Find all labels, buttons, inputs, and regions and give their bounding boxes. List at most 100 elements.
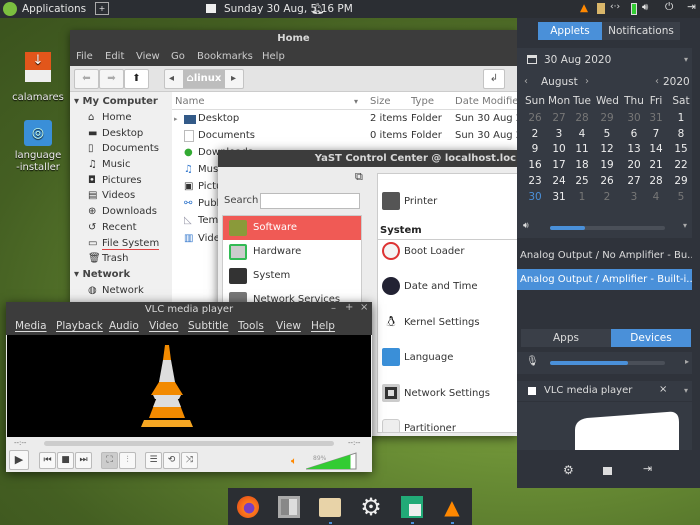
expand-arrow-icon[interactable]: ▾ — [684, 55, 688, 64]
applications-menu-icon[interactable] — [3, 2, 17, 16]
calendar-day[interactable]: 23 — [524, 175, 546, 187]
input-volume-slider[interactable] — [550, 361, 665, 365]
menu-video[interactable]: Video — [149, 320, 178, 332]
battery-icon[interactable] — [631, 3, 637, 15]
calendar-day[interactable]: 20 — [623, 159, 645, 171]
menu-help[interactable]: Help — [262, 51, 285, 62]
module-language[interactable]: Language — [382, 348, 453, 366]
calendar-day[interactable]: 22 — [670, 159, 692, 171]
up-button[interactable]: ⬆ — [124, 69, 149, 89]
calendar-day[interactable]: 1 — [571, 191, 593, 203]
calendar-day[interactable]: 11 — [571, 143, 593, 155]
calendar-day[interactable]: 29 — [596, 112, 618, 124]
calendar-day[interactable]: 28 — [571, 112, 593, 124]
play-button[interactable]: ▶ — [9, 450, 29, 470]
network-icon[interactable]: ‹·› — [610, 2, 620, 12]
sidebar-item-recent[interactable]: ↺ Recent — [88, 222, 137, 233]
menu-playback[interactable]: Playback — [56, 320, 103, 332]
calendar-day[interactable]: 5 — [596, 128, 618, 140]
output-option-selected[interactable]: Analog Output / Amplifier - Built-i... — [517, 269, 692, 290]
expand-arrow-icon[interactable]: ▾ — [683, 221, 687, 230]
calendar-day[interactable]: 18 — [571, 159, 593, 171]
volume-slider[interactable] — [306, 452, 358, 470]
firefox-icon[interactable] — [237, 496, 259, 518]
sidebar-item-pictures[interactable]: ◘ Pictures — [88, 175, 142, 186]
sidebar-item-music[interactable]: ♫ Music — [88, 159, 130, 170]
menu-subtitle[interactable]: Subtitle — [188, 320, 229, 332]
calendar-day[interactable]: 7 — [645, 128, 667, 140]
menu-bookmarks[interactable]: Bookmarks — [197, 51, 253, 62]
calendar-day[interactable]: 4 — [571, 128, 593, 140]
prev-year-button[interactable]: ‹ — [655, 76, 659, 87]
calendar-day[interactable]: 27 — [548, 112, 570, 124]
yast-icon[interactable] — [278, 496, 300, 518]
menu-go[interactable]: Go — [171, 51, 185, 62]
calendar-day[interactable]: 8 — [670, 128, 692, 140]
table-row[interactable]: ▸ Desktop 2 items Folder Sun 30 Aug 20 — [172, 111, 529, 127]
settings-icon[interactable]: ⚙ — [360, 495, 382, 519]
sidebar-section-network[interactable]: ▾ Network — [74, 269, 130, 280]
column-name[interactable]: Name — [175, 94, 205, 110]
calendar-icon[interactable] — [206, 4, 216, 13]
notifications-bell-icon[interactable]: 🔔︎ — [311, 2, 324, 15]
calendar-day[interactable]: 30 — [524, 191, 546, 203]
menu-view[interactable]: View — [276, 320, 301, 332]
settings-icon[interactable]: ⚙ — [563, 463, 574, 477]
breadcrumb-home[interactable]: ⌂linux — [183, 70, 225, 88]
calendar-day[interactable]: 4 — [645, 191, 667, 203]
calendar-day[interactable]: 9 — [524, 143, 546, 155]
sidebar-item-network[interactable]: ◍ Network — [88, 285, 144, 296]
calendar-day[interactable]: 3 — [548, 128, 570, 140]
calendar-day[interactable]: 25 — [571, 175, 593, 187]
calendar-day[interactable]: 21 — [645, 159, 667, 171]
applications-menu-button[interactable]: Applications — [22, 3, 86, 15]
calendar-day[interactable]: 24 — [548, 175, 570, 187]
calendar-day[interactable]: 19 — [596, 159, 618, 171]
fullscreen-button[interactable]: ⛶ — [101, 452, 118, 469]
calendar-day[interactable]: 12 — [596, 143, 618, 155]
calendar-day[interactable]: 31 — [548, 191, 570, 203]
calendar-day[interactable]: 31 — [645, 112, 667, 124]
vlc-icon[interactable]: ▲ — [441, 496, 463, 518]
show-desktop-icon[interactable]: + — [95, 2, 109, 15]
menu-tools[interactable]: Tools — [238, 320, 264, 332]
sidebar-item-home[interactable]: ⌂ Home — [88, 112, 132, 123]
menu-view[interactable]: View — [136, 51, 160, 62]
stop-button[interactable]: ■ — [57, 452, 74, 469]
vlc-tray-icon[interactable]: ▲ — [580, 2, 588, 14]
calendar-day[interactable]: 15 — [670, 143, 692, 155]
sidebar-item-videos[interactable]: ▤ Videos — [88, 190, 135, 201]
column-type[interactable]: Type — [411, 94, 434, 110]
sidebar-item-documents[interactable]: ▯ Documents — [88, 143, 159, 154]
logout-icon[interactable]: ⇥ — [643, 462, 652, 475]
menu-edit[interactable]: Edit — [105, 51, 124, 62]
minimize-button[interactable]: – — [331, 303, 336, 314]
tab-notifications[interactable]: Notifications — [602, 22, 680, 40]
next-month-button[interactable]: › — [585, 76, 589, 87]
close-button[interactable]: × — [360, 302, 368, 313]
category-system[interactable]: System — [223, 264, 361, 288]
playlist-button[interactable]: ☰ — [145, 452, 162, 469]
calendar-day[interactable]: 3 — [623, 191, 645, 203]
expand-arrow-icon[interactable]: ▸ — [685, 357, 689, 366]
clock[interactable]: Sunday 30 Aug, 5:16 PM — [224, 3, 353, 15]
expand-arrow-icon[interactable]: ▾ — [684, 386, 688, 395]
lock-icon[interactable] — [603, 467, 612, 475]
sidebar-item-trash[interactable]: 🗑︎Trash — [88, 253, 128, 264]
tab-devices[interactable]: Devices — [611, 329, 691, 347]
tab-apps[interactable]: Apps — [521, 329, 611, 347]
calendar-day[interactable]: 14 — [645, 143, 667, 155]
restore-icon[interactable]: ⧉ — [355, 170, 363, 184]
search-input[interactable] — [260, 193, 360, 209]
calendar-day[interactable]: 5 — [670, 191, 692, 203]
category-hardware[interactable]: Hardware — [223, 240, 361, 264]
calendar-day[interactable]: 27 — [623, 175, 645, 187]
loop-button[interactable]: ⟲ — [163, 452, 180, 469]
column-size[interactable]: Size — [370, 94, 391, 110]
equalizer-button[interactable]: ⫶ — [119, 452, 136, 469]
selected-date[interactable]: 30 Aug 2020 — [544, 54, 611, 66]
module-kernel-settings[interactable]: 🐧︎ Kernel Settings — [382, 313, 480, 331]
calendar-day[interactable]: 2 — [524, 128, 546, 140]
volume-icon[interactable]: 🔊︎ — [642, 2, 648, 13]
menu-file[interactable]: File — [76, 51, 93, 62]
